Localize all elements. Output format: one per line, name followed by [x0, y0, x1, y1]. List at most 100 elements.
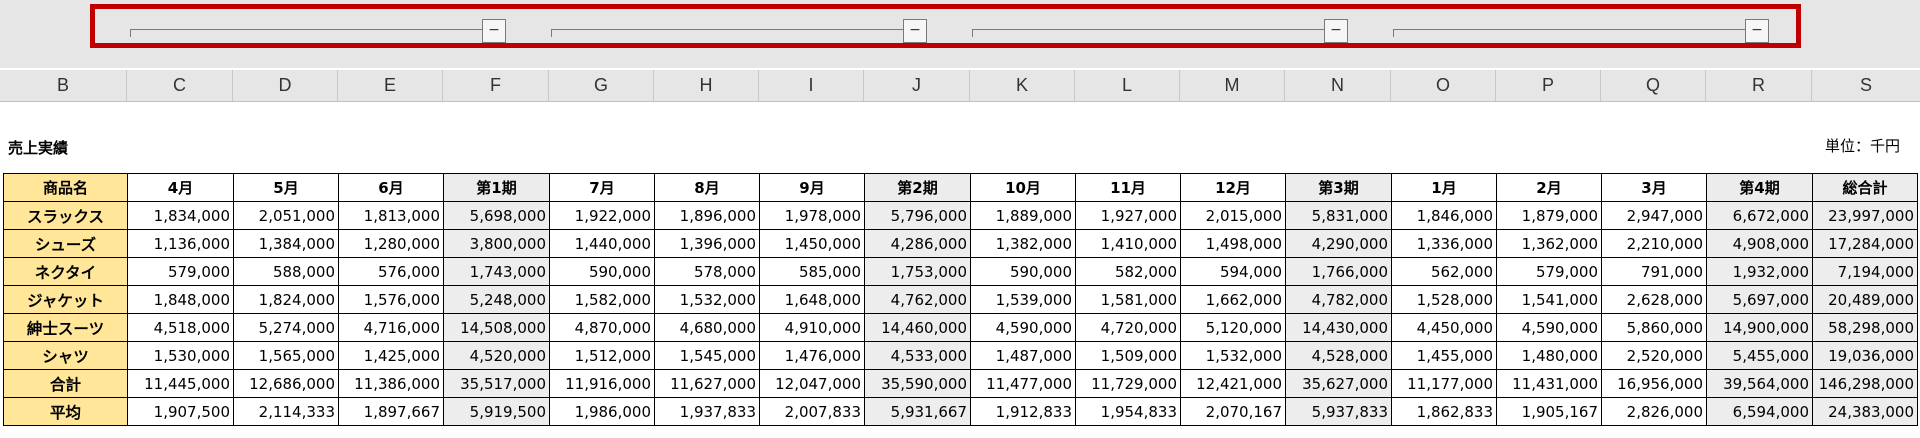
row-label-cell[interactable]: シャツ	[3, 341, 128, 370]
value-cell[interactable]: 1,905,167	[1496, 397, 1602, 426]
header-cell-q4[interactable]: 第4期	[1706, 173, 1813, 202]
value-cell[interactable]: 1,766,000	[1285, 257, 1392, 286]
header-cell-q1[interactable]: 第1期	[443, 173, 550, 202]
value-cell[interactable]: 1,455,000	[1391, 341, 1497, 370]
row-label-cell[interactable]: 紳士スーツ	[3, 313, 128, 342]
value-cell[interactable]: 11,627,000	[654, 369, 760, 398]
value-cell[interactable]: 6,672,000	[1706, 201, 1813, 230]
column-header-o[interactable]: O	[1391, 70, 1496, 101]
row-label-cell[interactable]: スラックス	[3, 201, 128, 230]
value-cell[interactable]: 5,455,000	[1706, 341, 1813, 370]
value-cell[interactable]: 1,986,000	[549, 397, 655, 426]
value-cell[interactable]: 1,565,000	[233, 341, 339, 370]
value-cell[interactable]: 11,386,000	[338, 369, 444, 398]
column-header-c[interactable]: C	[127, 70, 233, 101]
value-cell[interactable]: 1,576,000	[338, 285, 444, 314]
value-cell[interactable]: 5,919,500	[443, 397, 550, 426]
value-cell[interactable]: 1,662,000	[1180, 285, 1286, 314]
header-cell-jun[interactable]: 6月	[338, 173, 444, 202]
value-cell[interactable]: 1,743,000	[443, 257, 550, 286]
value-cell[interactable]: 2,210,000	[1601, 229, 1707, 258]
value-cell[interactable]: 1,927,000	[1075, 201, 1181, 230]
value-cell[interactable]: 594,000	[1180, 257, 1286, 286]
value-cell[interactable]: 1,545,000	[654, 341, 760, 370]
value-cell[interactable]: 1,396,000	[654, 229, 760, 258]
column-header-j[interactable]: J	[864, 70, 970, 101]
value-cell[interactable]: 1,862,833	[1391, 397, 1497, 426]
column-header-b[interactable]: B	[0, 70, 127, 101]
column-header-p[interactable]: P	[1496, 70, 1601, 101]
value-cell[interactable]: 1,582,000	[549, 285, 655, 314]
value-cell[interactable]: 5,274,000	[233, 313, 339, 342]
collapse-group-q4-button[interactable]: −	[1745, 19, 1769, 43]
value-cell[interactable]: 1,912,833	[970, 397, 1076, 426]
header-cell-apr[interactable]: 4月	[127, 173, 234, 202]
value-cell[interactable]: 14,900,000	[1706, 313, 1813, 342]
value-cell[interactable]: 23,997,000	[1812, 201, 1918, 230]
value-cell[interactable]: 5,860,000	[1601, 313, 1707, 342]
value-cell[interactable]: 576,000	[338, 257, 444, 286]
header-cell-may[interactable]: 5月	[233, 173, 339, 202]
value-cell[interactable]: 2,015,000	[1180, 201, 1286, 230]
value-cell[interactable]: 1,528,000	[1391, 285, 1497, 314]
value-cell[interactable]: 1,476,000	[759, 341, 865, 370]
row-label-cell[interactable]: 合計	[3, 369, 128, 398]
value-cell[interactable]: 4,528,000	[1285, 341, 1392, 370]
row-label-cell[interactable]: ジャケット	[3, 285, 128, 314]
value-cell[interactable]: 35,517,000	[443, 369, 550, 398]
row-label-cell[interactable]: シューズ	[3, 229, 128, 258]
value-cell[interactable]: 1,896,000	[654, 201, 760, 230]
column-header-s[interactable]: S	[1812, 70, 1920, 101]
column-header-l[interactable]: L	[1075, 70, 1180, 101]
value-cell[interactable]: 1,932,000	[1706, 257, 1813, 286]
value-cell[interactable]: 1,480,000	[1496, 341, 1602, 370]
value-cell[interactable]: 58,298,000	[1812, 313, 1918, 342]
value-cell[interactable]: 588,000	[233, 257, 339, 286]
value-cell[interactable]: 1,512,000	[549, 341, 655, 370]
header-cell-q2[interactable]: 第2期	[864, 173, 971, 202]
header-cell-aug[interactable]: 8月	[654, 173, 760, 202]
value-cell[interactable]: 11,729,000	[1075, 369, 1181, 398]
value-cell[interactable]: 579,000	[127, 257, 234, 286]
column-header-m[interactable]: M	[1180, 70, 1285, 101]
value-cell[interactable]: 19,036,000	[1812, 341, 1918, 370]
value-cell[interactable]: 7,194,000	[1812, 257, 1918, 286]
header-cell-nov[interactable]: 11月	[1075, 173, 1181, 202]
value-cell[interactable]: 4,533,000	[864, 341, 971, 370]
header-cell-jan[interactable]: 1月	[1391, 173, 1497, 202]
value-cell[interactable]: 1,937,833	[654, 397, 760, 426]
value-cell[interactable]: 590,000	[970, 257, 1076, 286]
value-cell[interactable]: 1,498,000	[1180, 229, 1286, 258]
value-cell[interactable]: 1,834,000	[127, 201, 234, 230]
column-header-g[interactable]: G	[549, 70, 654, 101]
value-cell[interactable]: 11,916,000	[549, 369, 655, 398]
value-cell[interactable]: 39,564,000	[1706, 369, 1813, 398]
value-cell[interactable]: 1,813,000	[338, 201, 444, 230]
value-cell[interactable]: 4,590,000	[970, 313, 1076, 342]
value-cell[interactable]: 1,280,000	[338, 229, 444, 258]
header-cell-sep[interactable]: 9月	[759, 173, 865, 202]
value-cell[interactable]: 590,000	[549, 257, 655, 286]
column-header-f[interactable]: F	[443, 70, 549, 101]
column-header-i[interactable]: I	[759, 70, 864, 101]
value-cell[interactable]: 4,910,000	[759, 313, 865, 342]
value-cell[interactable]: 5,120,000	[1180, 313, 1286, 342]
value-cell[interactable]: 12,047,000	[759, 369, 865, 398]
row-label-cell[interactable]: 平均	[3, 397, 128, 426]
column-header-d[interactable]: D	[233, 70, 338, 101]
column-header-q[interactable]: Q	[1601, 70, 1706, 101]
header-cell-grand-total[interactable]: 総合計	[1812, 173, 1918, 202]
value-cell[interactable]: 1,753,000	[864, 257, 971, 286]
value-cell[interactable]: 1,336,000	[1391, 229, 1497, 258]
value-cell[interactable]: 1,530,000	[127, 341, 234, 370]
value-cell[interactable]: 4,870,000	[549, 313, 655, 342]
value-cell[interactable]: 5,698,000	[443, 201, 550, 230]
value-cell[interactable]: 1,907,500	[127, 397, 234, 426]
value-cell[interactable]: 1,848,000	[127, 285, 234, 314]
value-cell[interactable]: 585,000	[759, 257, 865, 286]
column-header-e[interactable]: E	[338, 70, 443, 101]
header-cell-oct[interactable]: 10月	[970, 173, 1076, 202]
collapse-group-q2-button[interactable]: −	[903, 19, 927, 43]
collapse-group-q3-button[interactable]: −	[1324, 19, 1348, 43]
value-cell[interactable]: 5,796,000	[864, 201, 971, 230]
